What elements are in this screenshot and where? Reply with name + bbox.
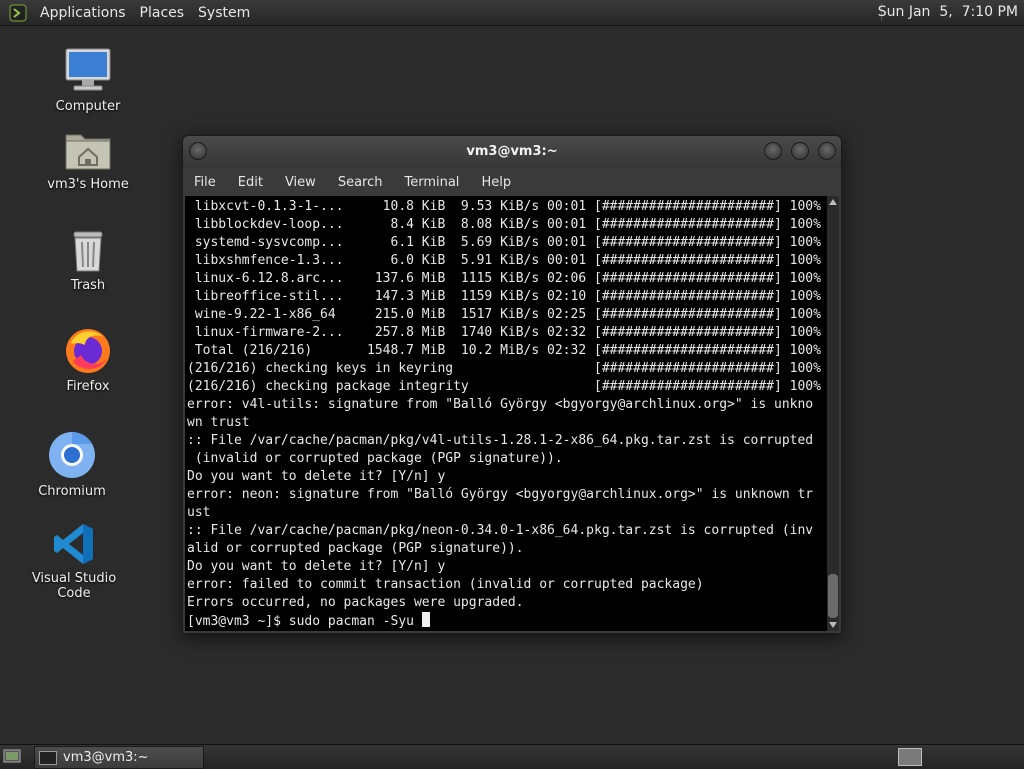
desktop-icon-firefox[interactable]: Firefox (33, 325, 143, 394)
terminal-line: (invalid or corrupted package (PGP signa… (187, 451, 563, 466)
window-title: vm3@vm3:~ (466, 144, 558, 159)
bottom-panel: vm3@vm3:~ (0, 744, 1024, 769)
desktop-icon-label: Chromium (38, 484, 106, 499)
menu-file[interactable]: File (183, 175, 227, 190)
desktop-icon-label: Firefox (66, 379, 110, 394)
top-panel: Applications Places System Sun Jan 5, 7:… (0, 0, 1024, 26)
chromium-icon (49, 432, 95, 478)
terminal-line: Do you want to delete it? [Y/n] y (187, 469, 446, 484)
clock[interactable]: Sun Jan 5, 7:10 PM (878, 4, 1018, 20)
terminal-line: systemd-sysvcomp... 6.1 KiB 5.69 KiB/s 0… (187, 235, 821, 250)
terminal-output[interactable]: libxcvt-0.1.3-1-... 10.8 KiB 9.53 KiB/s … (185, 196, 827, 631)
terminal-line: error: v4l-utils: signature from "Balló … (187, 397, 814, 412)
desktop-icon-label: vm3's Home (47, 177, 129, 192)
terminal-line: wn trust (187, 415, 250, 430)
close-button[interactable] (818, 142, 836, 160)
terminal-line: linux-6.12.8.arc... 137.6 MiB 1115 KiB/s… (187, 271, 821, 286)
scroll-up-arrow-icon[interactable] (829, 199, 837, 205)
desktop-icon-label: Visual Studio Code (31, 571, 117, 601)
terminal-icon (39, 750, 57, 765)
terminal-line: (216/216) checking keys in keyring [####… (187, 361, 821, 376)
workspace-switcher[interactable] (898, 748, 922, 766)
desktop-icon-computer[interactable]: Computer (33, 45, 143, 114)
terminal-prompt: [vm3@vm3 ~]$ sudo pacman -Syu (187, 614, 422, 629)
terminal-scrollbar[interactable] (827, 196, 839, 631)
terminal-line: wine-9.22-1-x86_64 215.0 MiB 1517 KiB/s … (187, 307, 821, 322)
scrollbar-thumb[interactable] (828, 574, 838, 618)
terminal-line: ust (187, 505, 211, 520)
terminal-line: libxcvt-0.1.3-1-... 10.8 KiB 9.53 KiB/s … (187, 199, 821, 214)
desktop-icon-chromium[interactable]: Chromium (17, 430, 127, 499)
terminal-line: error: failed to commit transaction (inv… (187, 577, 704, 592)
menu-search[interactable]: Search (327, 175, 394, 190)
desktop-icon-trash[interactable]: Trash (33, 228, 143, 293)
terminal-line: :: File /var/cache/pacman/pkg/v4l-utils-… (187, 433, 814, 448)
terminal-line: linux-firmware-2... 257.8 MiB 1740 KiB/s… (187, 325, 821, 340)
firefox-icon (66, 329, 110, 373)
menu-terminal[interactable]: Terminal (393, 175, 470, 190)
menu-view[interactable]: View (274, 175, 327, 190)
terminal-titlebar[interactable]: vm3@vm3:~ (183, 136, 841, 168)
terminal-line: libblockdev-loop... 8.4 KiB 8.08 KiB/s 0… (187, 217, 821, 232)
desktop-icon-vscode[interactable]: Visual Studio Code (19, 521, 129, 601)
terminal-text: libxcvt-0.1.3-1-... 10.8 KiB 9.53 KiB/s … (185, 196, 827, 631)
system-menu[interactable]: System (191, 5, 257, 21)
home-folder-icon (65, 134, 111, 170)
terminal-line: (216/216) checking package integrity [##… (187, 379, 821, 394)
terminal-line: alid or corrupted package (PGP signature… (187, 541, 524, 556)
terminal-line: libreoffice-stil... 147.3 MiB 1159 KiB/s… (187, 289, 821, 304)
menu-edit[interactable]: Edit (227, 175, 274, 190)
maximize-button[interactable] (791, 142, 809, 160)
scroll-down-arrow-icon[interactable] (829, 622, 837, 628)
terminal-line: libxshmfence-1.3... 6.0 KiB 5.91 KiB/s 0… (187, 253, 821, 268)
desktop-icon-home[interactable]: vm3's Home (33, 127, 143, 192)
terminal-window[interactable]: vm3@vm3:~ File Edit View Search Terminal… (182, 135, 842, 634)
terminal-line: Errors occurred, no packages were upgrad… (187, 595, 524, 610)
mate-logo-icon[interactable] (9, 4, 27, 22)
minimize-button[interactable] (764, 142, 782, 160)
menu-help[interactable]: Help (470, 175, 522, 190)
computer-icon (65, 48, 111, 91)
desktop-icon-label: Trash (70, 278, 106, 293)
terminal-line: Total (216/216) 1548.7 MiB 10.2 MiB/s 02… (187, 343, 821, 358)
applications-menu[interactable]: Applications (33, 5, 133, 21)
terminal-menubar: File Edit View Search Terminal Help (183, 168, 841, 196)
vscode-icon (54, 524, 93, 564)
places-menu[interactable]: Places (133, 5, 192, 21)
terminal-line: :: File /var/cache/pacman/pkg/neon-0.34.… (187, 523, 814, 538)
terminal-line: error: neon: signature from "Balló Györg… (187, 487, 814, 502)
show-desktop-icon[interactable] (3, 748, 21, 764)
terminal-line: Do you want to delete it? [Y/n] y (187, 559, 446, 574)
taskbar-item-terminal[interactable]: vm3@vm3:~ (34, 746, 204, 769)
desktop-icon-label: Computer (55, 99, 121, 114)
taskbar-item-label: vm3@vm3:~ (63, 750, 149, 765)
terminal-cursor (421, 612, 430, 627)
trash-icon (73, 231, 103, 272)
